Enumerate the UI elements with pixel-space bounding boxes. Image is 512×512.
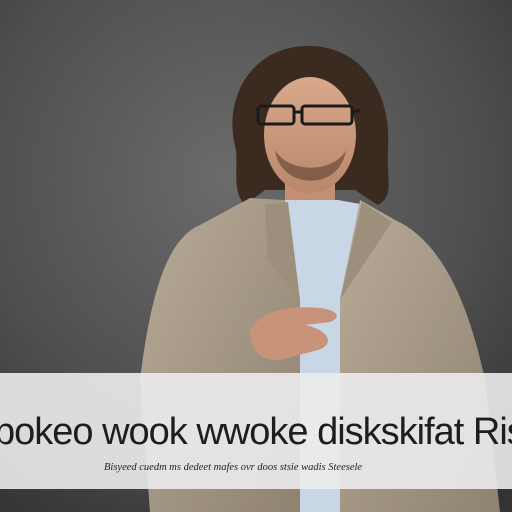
banner-headline: pokeo wook wwoke diskskifat Ris <box>0 411 512 453</box>
banner-caption: Bisyeed cuedm ms dedeet mafes ovr doos s… <box>104 462 363 473</box>
